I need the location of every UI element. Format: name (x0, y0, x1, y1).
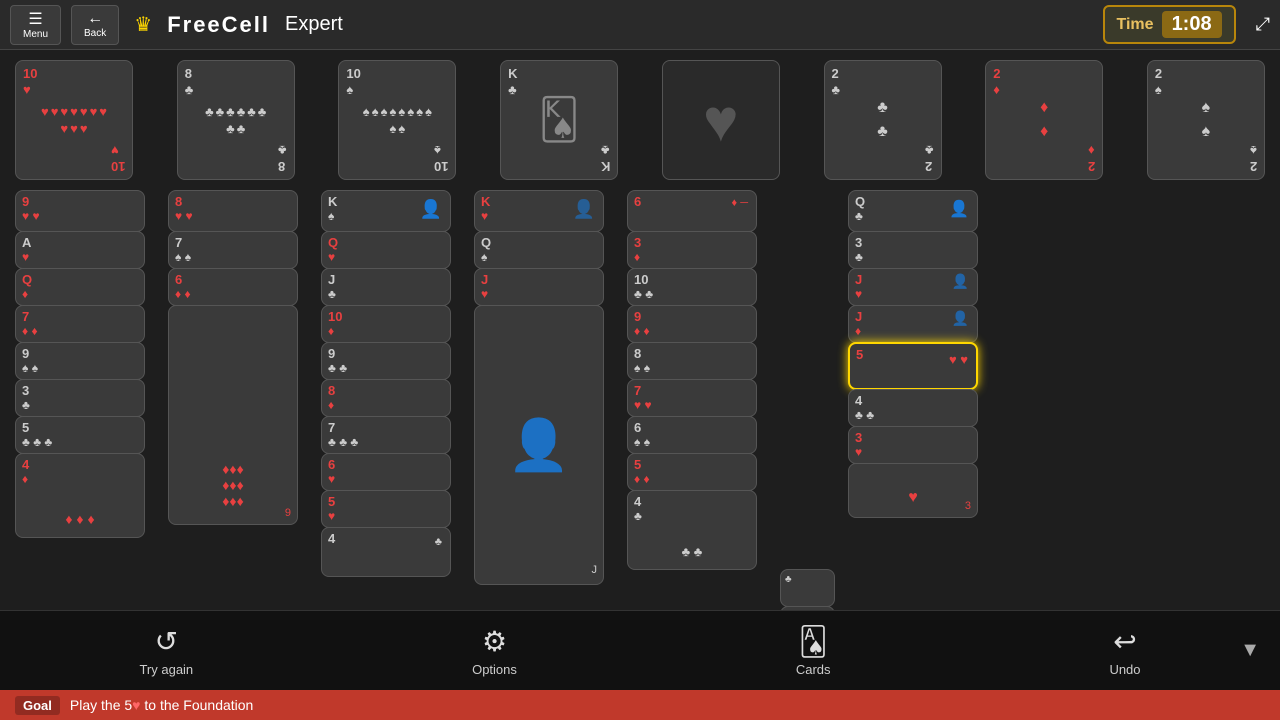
table-row[interactable]: 5 ♥ (321, 490, 451, 528)
table-row[interactable]: 6 ♥ (321, 453, 451, 491)
table-row[interactable]: J ♥ 👤 (848, 268, 978, 306)
table-row[interactable]: ♥ 3 (848, 463, 978, 518)
heart-placeholder-icon: ♥ (703, 86, 739, 155)
table-row[interactable]: 6 ♠ ♠ (627, 416, 757, 454)
table-row[interactable]: 10 ♣ ♣ (627, 268, 757, 306)
menu-button[interactable]: ☰ Menu (10, 5, 61, 45)
table-row[interactable]: Q ♣ 👤 (848, 190, 978, 232)
table-row[interactable]: 5 ♣ ♣ ♣ (15, 416, 145, 454)
table-row[interactable]: 6 ♦ ♦ (168, 268, 298, 306)
goal-text: Play the 5♥ to the Foundation (70, 697, 253, 713)
table-row[interactable]: 5 ♦ ♦ (627, 453, 757, 491)
try-again-icon: ↺ (155, 625, 178, 658)
table-row[interactable]: 👤 J (474, 305, 604, 585)
cards-icon: 🂡 (799, 625, 828, 658)
freecell-1[interactable]: 10♥ ♥♥♥♥ ♥♥♥♥ ♥♥ 10♥ (15, 60, 133, 180)
table-row[interactable]: Q ♥ (321, 231, 451, 269)
freecell-4[interactable]: K♣ 🂮 K♣ (500, 60, 618, 180)
table-row[interactable]: ♦♦♦♦♦♦♦♦♦ 9 (168, 305, 298, 525)
table-row[interactable]: J ♣ (321, 268, 451, 306)
table-row[interactable]: K ♥ 👤 (474, 190, 604, 232)
table-row[interactable]: 8 ♥ ♥ (168, 190, 298, 232)
game-title: FreeCell (167, 12, 270, 38)
header: ☰ Menu ← Back ♛ FreeCell Expert Time 1:0… (0, 0, 1280, 50)
table-row[interactable]: 3 ♦ (627, 231, 757, 269)
table-row[interactable]: J ♦ 👤 (848, 305, 978, 343)
table-row[interactable]: 7 ♦ ♦ (15, 305, 145, 343)
table-row[interactable]: 4 ♣ ♣ (848, 389, 978, 427)
timer-label: Time (1117, 16, 1154, 34)
table-row[interactable]: 9 ♠ ♠ (15, 342, 145, 380)
goal-label: Goal (15, 696, 60, 715)
table-row[interactable]: 4 ♣ (321, 527, 451, 577)
table-row[interactable]: 3 ♣ (848, 231, 978, 269)
foundation-2[interactable]: 2♣ ♣ ♣ 2♣ (824, 60, 942, 180)
crown-icon: ♛ (134, 12, 152, 37)
column-4: K ♥ 👤 Q ♠ J ♥ 👤 J (474, 190, 619, 585)
timer-box: Time 1:08 (1103, 5, 1236, 44)
table-row[interactable]: 4 ♦ ♦ ♦ ♦ (15, 453, 145, 538)
chevron-down-button[interactable]: ▼ (1240, 639, 1260, 662)
column-3: K ♠ 👤 Q ♥ J ♣ 10 ♦ 9 ♣ ♣ 8 ♦ (321, 190, 466, 577)
table-row[interactable]: ♣ (780, 569, 835, 607)
column-6: ♣ ♣ (780, 190, 840, 644)
table-row[interactable]: 7 ♣ ♣ ♣ (321, 416, 451, 454)
table-row[interactable]: 6 ♦ ─ (627, 190, 757, 232)
goal-heart-icon: ♥ (132, 697, 140, 713)
table-row[interactable]: 7 ♥ ♥ (627, 379, 757, 417)
timer-value: 1:08 (1162, 11, 1222, 38)
column-1: 9 ♥ ♥ A ♥ Q ♦ 7 ♦ ♦ 9 ♠ ♠ 3 ♣ (15, 190, 160, 570)
columns-area: 9 ♥ ♥ A ♥ Q ♦ 7 ♦ ♦ 9 ♠ ♠ 3 ♣ (15, 190, 1265, 670)
table-row[interactable]: 7 ♠ ♠ (168, 231, 298, 269)
toolbar: ↺ Try again ⚙ Options 🂡 Cards ↩ Undo ▼ (0, 610, 1280, 690)
undo-icon: ↩ (1113, 625, 1136, 658)
back-button[interactable]: ← Back (71, 5, 119, 45)
options-icon: ⚙ (482, 625, 507, 658)
undo-button[interactable]: ↩ Undo (1109, 625, 1140, 677)
column-5: 6 ♦ ─ 3 ♦ 10 ♣ ♣ 9 ♦ ♦ 8 ♠ ♠ 7 ♥ ♥ (627, 190, 772, 570)
table-row[interactable]: K ♠ 👤 (321, 190, 451, 232)
foundation-3[interactable]: 2♦ ♦ ♦ 2♦ (985, 60, 1103, 180)
table-row[interactable]: 3 ♣ (15, 379, 145, 417)
foundation-1[interactable]: ♥ (662, 60, 780, 180)
game-area: 10♥ ♥♥♥♥ ♥♥♥♥ ♥♥ 10♥ 8♣ ♣♣♣♣ ♣♣♣♣ 8♣ 10♠… (0, 50, 1280, 670)
column-7: Q ♣ 👤 3 ♣ J ♥ 👤 J ♦ 👤 5 ♥ ♥ (848, 190, 993, 570)
table-row[interactable]: 5 ♥ ♥ (848, 342, 978, 390)
table-row[interactable]: 9 ♦ ♦ (627, 305, 757, 343)
table-row[interactable]: 4 ♣ ♣ ♣ (627, 490, 757, 570)
foundation-4[interactable]: 2♠ ♠ ♠ 2♠ (1147, 60, 1265, 180)
table-row[interactable]: Q ♠ (474, 231, 604, 269)
table-row[interactable]: 8 ♠ ♠ (627, 342, 757, 380)
table-row[interactable]: 3 ♥ (848, 426, 978, 464)
table-row[interactable]: Q ♦ (15, 268, 145, 306)
expert-label: Expert (285, 13, 343, 36)
expand-button[interactable]: ⤢ (1256, 14, 1270, 35)
column-2: 8 ♥ ♥ 7 ♠ ♠ 6 ♦ ♦ ♦♦♦♦♦♦♦♦♦ 9 (168, 190, 313, 570)
table-row[interactable]: A ♥ (15, 231, 145, 269)
top-row: 10♥ ♥♥♥♥ ♥♥♥♥ ♥♥ 10♥ 8♣ ♣♣♣♣ ♣♣♣♣ 8♣ 10♠… (15, 60, 1265, 180)
freecell-2[interactable]: 8♣ ♣♣♣♣ ♣♣♣♣ 8♣ (177, 60, 295, 180)
table-row[interactable]: 9 ♣ ♣ (321, 342, 451, 380)
cards-button[interactable]: 🂡 Cards (796, 625, 831, 677)
goal-bar: Goal Play the 5♥ to the Foundation (0, 690, 1280, 720)
table-row[interactable]: 10 ♦ (321, 305, 451, 343)
try-again-button[interactable]: ↺ Try again (139, 625, 193, 677)
options-button[interactable]: ⚙ Options (472, 625, 517, 677)
table-row[interactable]: 9 ♥ ♥ (15, 190, 145, 232)
table-row[interactable]: 8 ♦ (321, 379, 451, 417)
table-row[interactable]: J ♥ (474, 268, 604, 306)
freecell-3[interactable]: 10♠ ♠♠♠♠ ♠♠♠♠ ♠♠ 10♠ (338, 60, 456, 180)
